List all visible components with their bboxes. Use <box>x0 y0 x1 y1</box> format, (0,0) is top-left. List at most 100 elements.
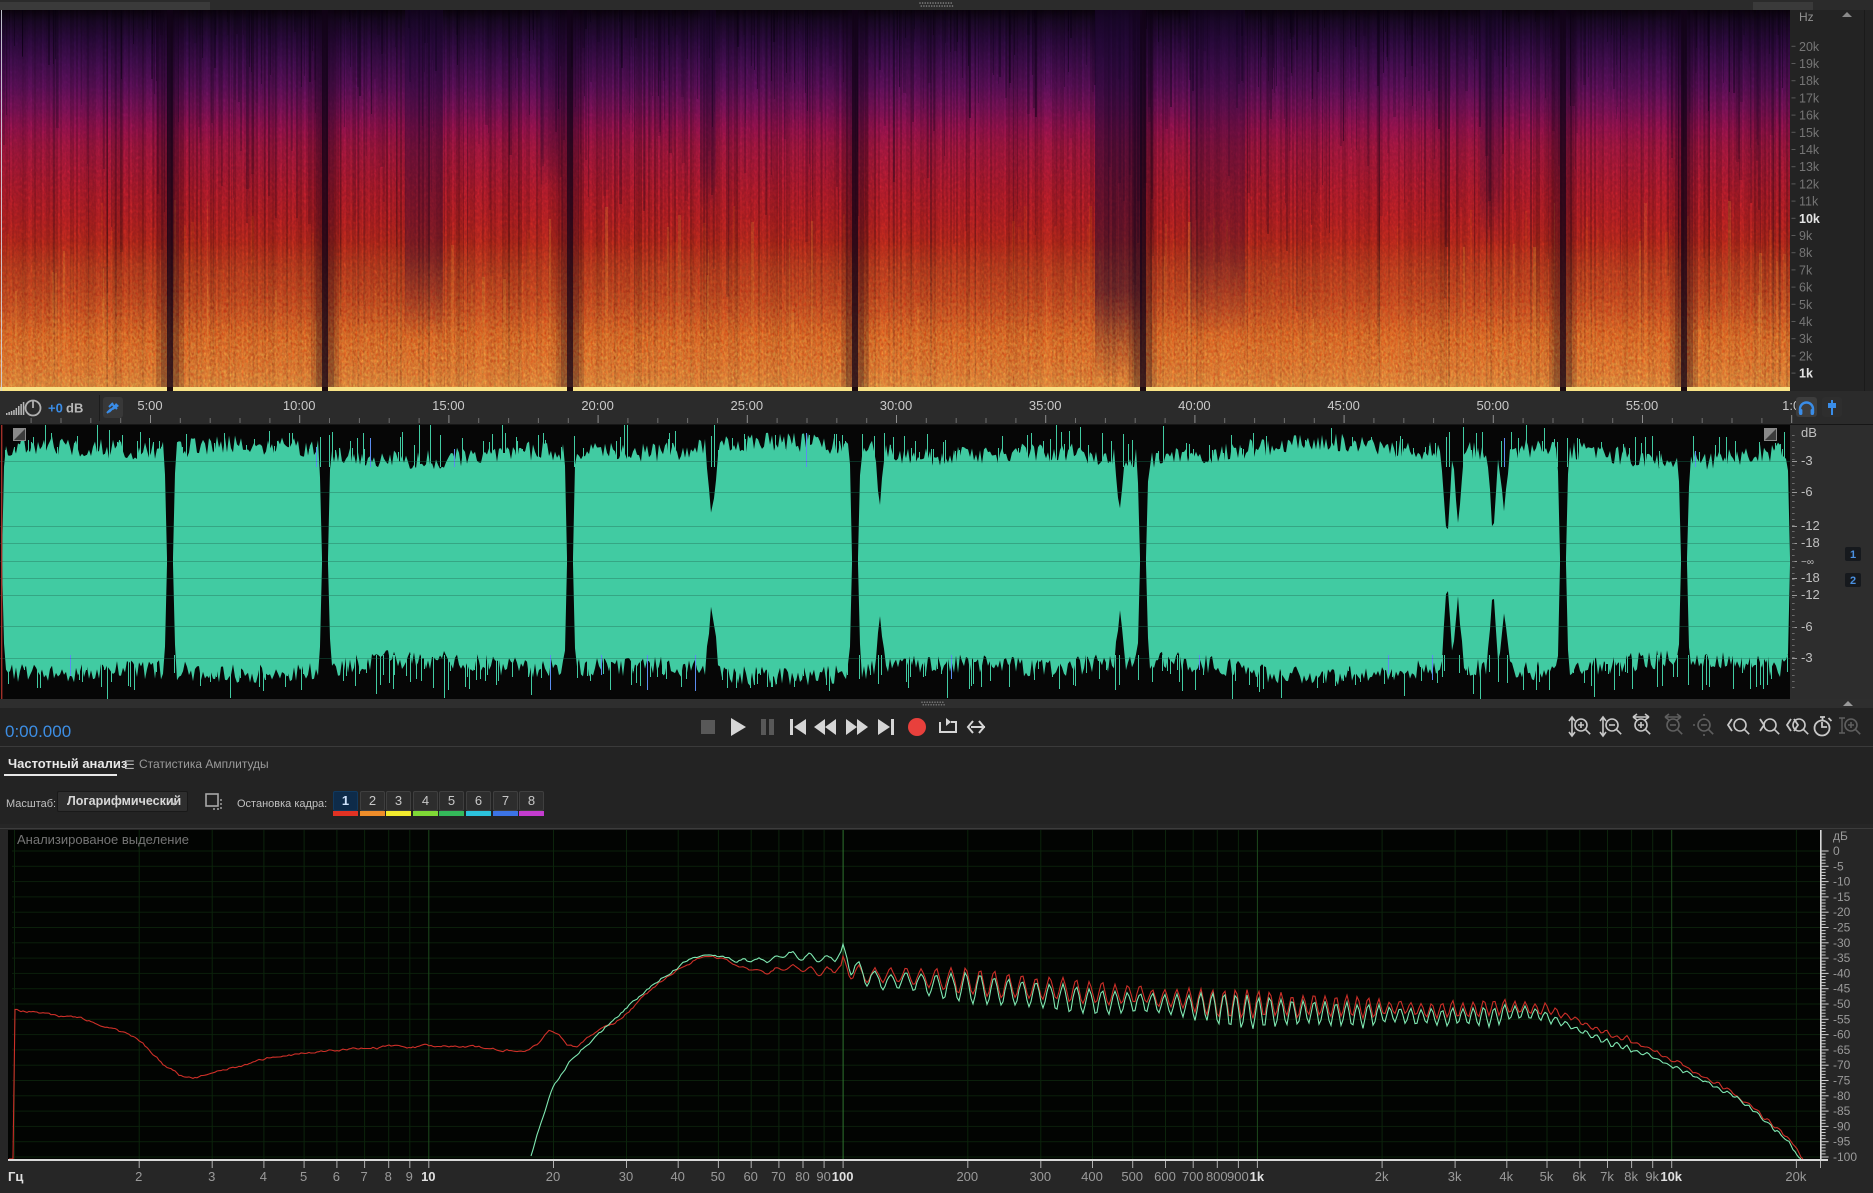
svg-text:18k: 18k <box>1799 74 1820 88</box>
svg-text:-6: -6 <box>1801 619 1813 634</box>
svg-text:9k: 9k <box>1799 229 1813 243</box>
svg-text:Анализированое выделение: Анализированое выделение <box>17 832 189 847</box>
svg-text:600: 600 <box>1154 1169 1176 1184</box>
svg-text:500: 500 <box>1121 1169 1143 1184</box>
svg-text:5k: 5k <box>1540 1169 1554 1184</box>
svg-text:-5: -5 <box>1833 859 1844 873</box>
svg-text:400: 400 <box>1081 1169 1103 1184</box>
svg-text:3: 3 <box>208 1169 215 1184</box>
svg-text:-15: -15 <box>1833 890 1851 904</box>
svg-text:dB: dB <box>1801 425 1817 440</box>
svg-text:1: 1 <box>1850 549 1856 561</box>
svg-text:20k: 20k <box>1785 1169 1806 1184</box>
svg-text:+0: +0 <box>48 401 63 416</box>
svg-text:10:00: 10:00 <box>283 398 316 413</box>
svg-text:-3: -3 <box>1801 453 1813 468</box>
svg-text:10k: 10k <box>1660 1169 1682 1184</box>
svg-text:-50: -50 <box>1833 997 1851 1011</box>
svg-text:9: 9 <box>406 1169 413 1184</box>
svg-text:9k: 9k <box>1645 1169 1659 1184</box>
svg-text:-75: -75 <box>1833 1074 1851 1088</box>
svg-text:800: 800 <box>1206 1169 1228 1184</box>
svg-text:-40: -40 <box>1833 966 1851 980</box>
svg-text:-85: -85 <box>1833 1104 1851 1118</box>
svg-text:8k: 8k <box>1799 246 1813 260</box>
svg-text:-95: -95 <box>1833 1135 1851 1149</box>
svg-text:-100: -100 <box>1833 1150 1857 1164</box>
svg-text:25:00: 25:00 <box>731 398 764 413</box>
svg-text:2: 2 <box>135 1169 142 1184</box>
svg-text:13k: 13k <box>1799 160 1820 174</box>
svg-text:-30: -30 <box>1833 936 1851 950</box>
svg-text:2k: 2k <box>1375 1169 1389 1184</box>
svg-text:-18: -18 <box>1801 535 1820 550</box>
svg-text:-65: -65 <box>1833 1043 1851 1057</box>
svg-text:50:00: 50:00 <box>1477 398 1510 413</box>
svg-text:-35: -35 <box>1833 951 1851 965</box>
svg-text:20:00: 20:00 <box>581 398 614 413</box>
svg-text:100: 100 <box>832 1169 854 1184</box>
svg-text:14k: 14k <box>1799 143 1820 157</box>
svg-text:-60: -60 <box>1833 1028 1851 1042</box>
svg-text:45:00: 45:00 <box>1327 398 1360 413</box>
svg-text:20: 20 <box>546 1169 560 1184</box>
svg-text:-12: -12 <box>1801 518 1820 533</box>
svg-text:4: 4 <box>260 1169 267 1184</box>
svg-text:900: 900 <box>1227 1169 1249 1184</box>
svg-text:5k: 5k <box>1799 298 1813 312</box>
svg-text:16k: 16k <box>1799 109 1820 123</box>
svg-text:дБ: дБ <box>1833 829 1848 843</box>
svg-text:6k: 6k <box>1799 281 1813 295</box>
svg-text:5:00: 5:00 <box>137 398 162 413</box>
svg-text:300: 300 <box>1029 1169 1051 1184</box>
svg-text:4k: 4k <box>1499 1169 1513 1184</box>
svg-text:1k: 1k <box>1250 1169 1265 1184</box>
svg-text:-90: -90 <box>1833 1119 1851 1133</box>
svg-text:-10: -10 <box>1833 875 1851 889</box>
svg-text:-45: -45 <box>1833 982 1851 996</box>
svg-text:7k: 7k <box>1799 263 1813 277</box>
svg-text:15:00: 15:00 <box>432 398 465 413</box>
svg-text:60: 60 <box>743 1169 757 1184</box>
svg-text:30: 30 <box>619 1169 633 1184</box>
svg-text:3k: 3k <box>1448 1169 1462 1184</box>
svg-text:50: 50 <box>711 1169 725 1184</box>
svg-text:-80: -80 <box>1833 1089 1851 1103</box>
svg-text:12k: 12k <box>1799 177 1820 191</box>
svg-text:2k: 2k <box>1799 349 1813 363</box>
svg-text:5: 5 <box>300 1169 307 1184</box>
svg-text:4k: 4k <box>1799 315 1813 329</box>
svg-text:700: 700 <box>1182 1169 1204 1184</box>
svg-text:-55: -55 <box>1833 1012 1851 1026</box>
svg-text:200: 200 <box>956 1169 978 1184</box>
svg-text:19k: 19k <box>1799 57 1820 71</box>
svg-text:2: 2 <box>1850 575 1856 587</box>
svg-text:40:00: 40:00 <box>1178 398 1211 413</box>
svg-text:20k: 20k <box>1799 40 1820 54</box>
svg-text:-6: -6 <box>1801 484 1813 499</box>
svg-text:0: 0 <box>1833 844 1840 858</box>
svg-text:-20: -20 <box>1833 905 1851 919</box>
svg-text:-12: -12 <box>1801 587 1820 602</box>
svg-text:1k: 1k <box>1799 367 1813 381</box>
svg-text:8k: 8k <box>1624 1169 1638 1184</box>
svg-text:-25: -25 <box>1833 921 1851 935</box>
svg-text:90: 90 <box>816 1169 830 1184</box>
svg-text:15k: 15k <box>1799 126 1820 140</box>
svg-text:-3: -3 <box>1801 650 1813 665</box>
svg-text:11k: 11k <box>1799 195 1819 209</box>
svg-text:−∞: −∞ <box>1801 557 1814 568</box>
svg-text:70: 70 <box>771 1169 785 1184</box>
svg-text:6k: 6k <box>1572 1169 1586 1184</box>
svg-text:Hz: Hz <box>1799 10 1814 24</box>
svg-text:55:00: 55:00 <box>1626 398 1659 413</box>
svg-text:30:00: 30:00 <box>880 398 913 413</box>
svg-text:35:00: 35:00 <box>1029 398 1062 413</box>
svg-text:7k: 7k <box>1600 1169 1614 1184</box>
svg-text:10: 10 <box>421 1169 435 1184</box>
svg-text:10k: 10k <box>1799 212 1820 226</box>
svg-text:40: 40 <box>670 1169 684 1184</box>
svg-text:6: 6 <box>333 1169 340 1184</box>
svg-text:8: 8 <box>385 1169 392 1184</box>
svg-text:Гц: Гц <box>8 1169 23 1184</box>
